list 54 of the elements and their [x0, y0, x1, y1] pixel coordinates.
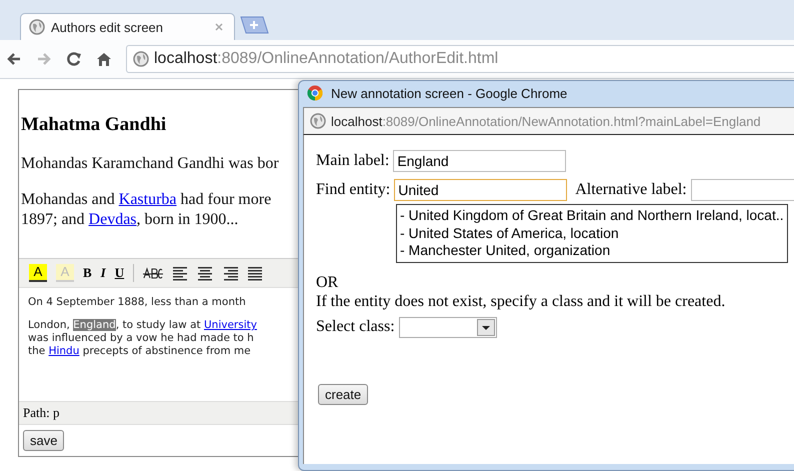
back-arrow-icon[interactable] [6, 52, 22, 66]
globe-icon [29, 19, 45, 35]
new-tab-icon[interactable] [239, 16, 269, 34]
field-label: Main label: [316, 152, 390, 170]
text-line: Mohandas Karamchand Gandhi was bor [21, 154, 279, 174]
path-label: Path: p [23, 405, 60, 421]
address-bar[interactable]: localhost:8089/OnlineAnnotation/AuthorEdit.html [126, 45, 794, 73]
text-field[interactable] [690, 178, 794, 200]
home-icon[interactable] [96, 51, 112, 67]
strikethrough-icon[interactable] [143, 266, 164, 280]
bold-button[interactable]: B [83, 265, 92, 281]
align-right-icon[interactable] [222, 266, 238, 280]
italic-button[interactable]: I [100, 265, 106, 281]
text-line: the Hindu precepts of abstinence from me [28, 345, 251, 358]
chrome-logo-icon [307, 85, 323, 101]
tab-title: Authors edit screen [51, 20, 164, 34]
globe-icon [310, 113, 326, 129]
link[interactable]: Devdas [88, 211, 137, 228]
text-line: was influenced by a vow he had made to h [28, 332, 254, 345]
reload-icon[interactable] [66, 51, 82, 67]
field-label: Alternative label: [575, 180, 687, 198]
justify-icon[interactable] [247, 266, 264, 280]
browser-tab[interactable]: Authors edit screen [20, 13, 235, 40]
create-button[interactable]: create [318, 384, 368, 404]
link[interactable]: Kasturba [118, 191, 177, 208]
text-field[interactable]: United [394, 178, 568, 200]
suggestion-item[interactable]: - United Kingdom of Great Britain and Northern Ireland, locat.. [400, 207, 784, 224]
field-label: Select class: [316, 318, 395, 336]
text-field[interactable]: England [393, 150, 566, 172]
link[interactable]: University [204, 319, 257, 331]
save-button[interactable]: save [23, 430, 64, 451]
address-bar[interactable]: localhost:8089/OnlineAnnotation/NewAnnotation.html?mainLabel=England [303, 107, 794, 135]
url-text: localhost:8089/OnlineAnnotation/NewAnnotation.html?mainLabel=England [331, 114, 761, 128]
class-select[interactable] [398, 316, 497, 338]
hint-text: If the entity does not exist, specify a class and it will be created. [316, 292, 726, 310]
align-center-icon[interactable] [197, 266, 214, 280]
globe-icon [133, 51, 149, 67]
text-line: Mohandas and Kasturba had four more [21, 190, 272, 210]
align-left-icon[interactable] [172, 266, 188, 280]
text-line: On 4 September 1888, less than a month [28, 296, 246, 309]
suggestion-item[interactable]: - United States of America, location [400, 224, 619, 242]
window-title: New annotation screen - Google Chrome [331, 86, 568, 100]
link[interactable]: Hindu [48, 345, 80, 357]
page-heading: Mahatma Gandhi [21, 114, 168, 136]
suggestion-item[interactable]: - Manchester United, organization [400, 242, 610, 260]
text-color-button[interactable]: A [29, 264, 47, 282]
or-text: OR [316, 272, 338, 292]
field-label: Find entity: [316, 180, 390, 198]
selected-word: England [73, 319, 116, 331]
text-line: 1897; and Devdas, born in 1900... [21, 210, 238, 230]
editor-area[interactable]: On 4 September 1888, less than a month London, England, to study law at University was influenced by a vow he had made to h the Hindu precepts of abstinence from me [19, 288, 308, 401]
url-text: localhost:8089/OnlineAnnotation/AuthorEdit.html [154, 50, 498, 68]
underline-button[interactable]: U [114, 265, 124, 281]
text-line: London, England, to study law at University [28, 319, 257, 332]
